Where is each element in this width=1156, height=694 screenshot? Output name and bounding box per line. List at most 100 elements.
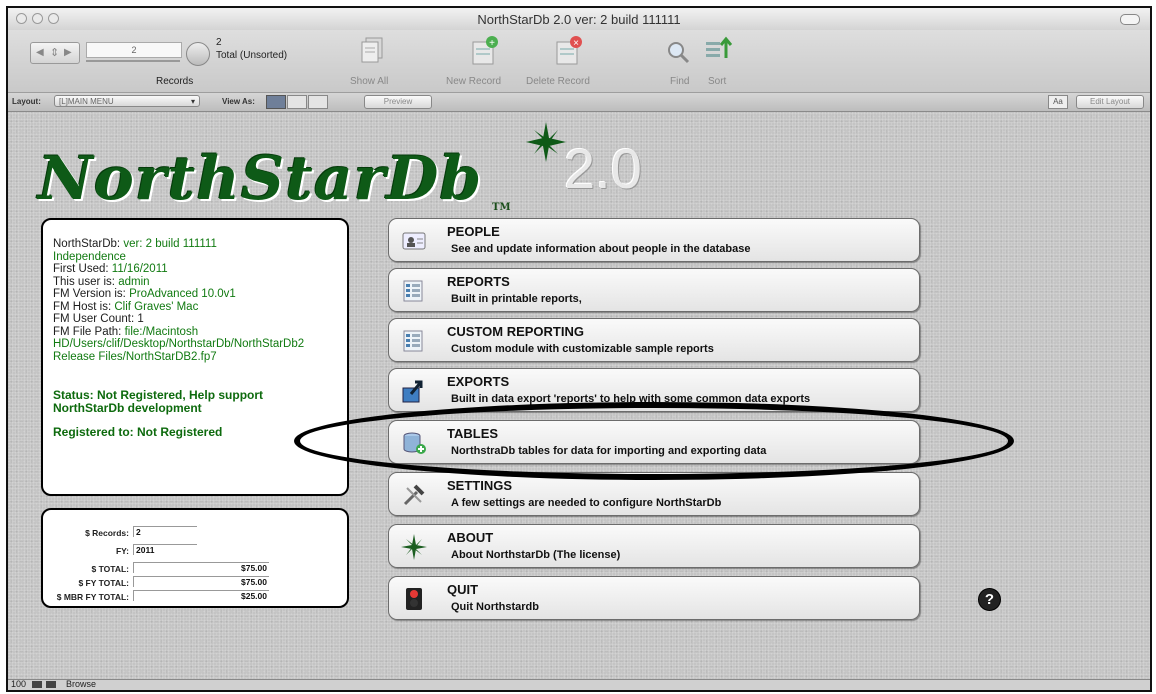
new-record-icon[interactable]: + (470, 34, 500, 66)
registered-to: Registered to: Not Registered (53, 425, 223, 439)
menu-description: Custom module with customizable sample r… (451, 343, 714, 355)
fm-host-value: Clif Graves' Mac (114, 300, 199, 313)
zoom-out-icon[interactable] (32, 681, 42, 688)
view-table-button[interactable] (308, 95, 328, 109)
sort-label[interactable]: Sort (708, 76, 726, 87)
menu-description: NorthstraDb tables for data for importin… (451, 445, 767, 457)
total-field[interactable]: $75.00 (133, 562, 269, 573)
help-button[interactable]: ? (978, 588, 1001, 611)
menu-button-exports[interactable]: EXPORTS Built in data export 'reports' t… (388, 368, 920, 412)
fm-host-label: FM Host is: (53, 300, 112, 313)
custom-report-icon (403, 330, 423, 352)
fm-path-part3: Release Files/NorthStarDB2.fp7 (53, 350, 217, 363)
mode-popup[interactable]: Browse (66, 679, 96, 689)
new-record-label[interactable]: New Record (446, 76, 501, 87)
find-icon[interactable] (666, 40, 690, 64)
layout-select-value: [L]MAIN MENU (59, 97, 114, 106)
user-value: admin (118, 275, 150, 288)
view-form-button[interactable] (266, 95, 286, 109)
delete-record-label[interactable]: Delete Record (526, 76, 590, 87)
window-title: NorthStarDb 2.0 ver: 2 build 111111 (477, 12, 681, 27)
chevron-down-icon: ▾ (190, 97, 195, 106)
menu-title: SETTINGS (447, 478, 513, 493)
menu-button-people[interactable]: PEOPLE See and update information about … (388, 218, 920, 262)
record-navigator[interactable]: ◀ ⇕ ▶ (30, 42, 80, 64)
menu-description: See and update information about people … (451, 243, 751, 255)
title-bar: NorthStarDb 2.0 ver: 2 build 111111 (8, 8, 1150, 30)
fm-path-part1: file:/Macintosh (124, 325, 199, 338)
book-icon: ⇕ (50, 47, 60, 59)
fy-total-field[interactable]: $75.00 (133, 576, 269, 587)
font-size-button[interactable]: Aa (1048, 95, 1068, 109)
menu-title: PEOPLE (447, 224, 500, 239)
record-number-field[interactable]: 2 (86, 42, 182, 58)
preview-button[interactable]: Preview (364, 95, 432, 109)
menu-title: QUIT (447, 582, 479, 597)
mbr-fy-total-field[interactable]: $25.00 (133, 590, 269, 601)
status-toolbar: ◀ ⇕ ▶ 2 2 Total (Unsorted) Records Show … (8, 30, 1150, 93)
fm-path-label: FM File Path: (53, 325, 122, 338)
find-label[interactable]: Find (670, 76, 689, 87)
show-all-icon[interactable] (360, 36, 386, 64)
next-record-icon[interactable]: ▶ (64, 47, 72, 58)
fy-total-label: $ FY TOTAL: (78, 578, 129, 588)
app-version-label: NorthStarDb: (53, 238, 121, 250)
first-used-label: First Used: (53, 263, 109, 275)
system-info-panel: NorthStarDb: ver: 2 build 111111 Indepen… (41, 218, 349, 496)
svg-text:+: + (489, 38, 495, 49)
zoom-in-icon[interactable] (46, 681, 56, 688)
logo-version: 2.0 (564, 137, 642, 200)
menu-title: EXPORTS (447, 374, 510, 389)
fm-version-label: FM Version is: (53, 288, 126, 300)
fm-version-value: ProAdvanced 10.0v1 (129, 288, 236, 300)
tools-icon (403, 484, 425, 506)
people-card-icon (402, 232, 426, 250)
menu-button-quit[interactable]: QUIT Quit Northstardb (388, 576, 920, 620)
user-label: This user is: (53, 275, 115, 288)
finance-summary-panel: $ Records: 2 FY: 2011 $ TOTAL: $75.00 $ … (41, 508, 349, 608)
registration-status-line1: Status: Not Registered, Help support (53, 388, 264, 402)
records-status: Total (Unsorted) (216, 50, 288, 61)
menu-button-tables[interactable]: TABLES NorthstraDb tables for data for i… (388, 420, 920, 464)
menu-button-about[interactable]: ABOUT About NorthstarDb (The license) (388, 524, 920, 568)
toolbar-toggle-button[interactable] (1120, 14, 1140, 25)
menu-description: Quit Northstardb (451, 601, 539, 613)
app-version-value: ver: 2 build 111111 (123, 238, 217, 250)
view-list-button[interactable] (287, 95, 307, 109)
layout-bar: Layout: [L]MAIN MENU ▾ View As: Preview … (8, 93, 1150, 112)
first-used-value: 11/16/2011 (111, 263, 168, 275)
edit-layout-button[interactable]: Edit Layout (1076, 95, 1144, 109)
record-pie-icon (186, 42, 210, 66)
menu-description: A few settings are needed to configure N… (451, 497, 722, 509)
menu-title: CUSTOM REPORTING (447, 324, 584, 339)
traffic-light-icon (406, 588, 422, 610)
view-as-label: View As: (222, 97, 255, 106)
zoom-level[interactable]: 100 (11, 679, 26, 689)
database-add-icon (403, 432, 426, 454)
svg-text:×: × (573, 38, 579, 49)
report-icon (403, 280, 423, 302)
filemaker-window: NorthStarDb 2.0 ver: 2 build 111111 ◀ ⇕ … (6, 6, 1152, 692)
registration-status-line2: NorthStarDb development (53, 400, 202, 415)
menu-title: REPORTS (447, 274, 510, 289)
sort-icon[interactable] (704, 36, 733, 64)
north-star-icon (526, 122, 566, 162)
menu-title: TABLES (447, 426, 499, 441)
show-all-label[interactable]: Show All (350, 76, 388, 87)
menu-button-custom-reporting[interactable]: CUSTOM REPORTING Custom module with cust… (388, 318, 920, 362)
records-count: 2 (216, 37, 222, 48)
records-total-field[interactable]: 2 (133, 526, 197, 537)
trademark: TM (492, 202, 511, 213)
prev-record-icon[interactable]: ◀ (36, 47, 44, 58)
record-slider[interactable] (86, 60, 180, 62)
fy-label: FY: (115, 546, 129, 556)
delete-record-icon[interactable]: × (554, 34, 584, 66)
fy-field[interactable]: 2011 (133, 544, 197, 555)
menu-button-reports[interactable]: REPORTS Built in printable reports, (388, 268, 920, 312)
layout-select[interactable]: [L]MAIN MENU ▾ (54, 95, 200, 107)
status-bar: 100 Browse (8, 679, 1150, 690)
records-total-label: $ Records: (85, 528, 129, 538)
menu-button-settings[interactable]: SETTINGS A few settings are needed to co… (388, 472, 920, 516)
records-label: Records (156, 76, 194, 87)
export-icon (402, 380, 423, 403)
